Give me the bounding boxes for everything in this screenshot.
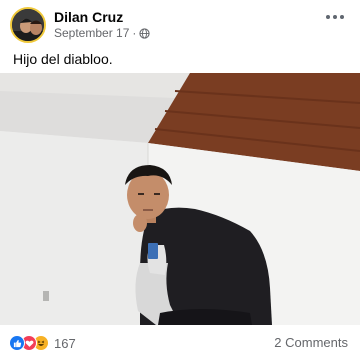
post-footer: 167 2 Comments xyxy=(0,325,360,358)
author-name[interactable]: Dilan Cruz xyxy=(54,9,123,25)
comments-link[interactable]: 2 Comments xyxy=(274,335,348,350)
post-header: Dilan Cruz September 17 · xyxy=(0,0,360,44)
reaction-count: 167 xyxy=(54,335,76,351)
reactions-summary[interactable]: 167 xyxy=(9,335,76,351)
post-caption: Hijo del diabloo. xyxy=(13,51,113,67)
facebook-post: Dilan Cruz September 17 · Hijo del diabl… xyxy=(0,0,360,358)
like-icon xyxy=(9,335,25,351)
post-date[interactable]: September 17 xyxy=(54,26,129,40)
meta-separator: · xyxy=(132,26,137,40)
globe-icon xyxy=(139,27,151,39)
author-avatar[interactable] xyxy=(10,7,46,43)
more-options-icon[interactable] xyxy=(326,14,344,20)
post-meta: September 17 · xyxy=(54,26,151,40)
post-photo[interactable] xyxy=(0,73,360,325)
